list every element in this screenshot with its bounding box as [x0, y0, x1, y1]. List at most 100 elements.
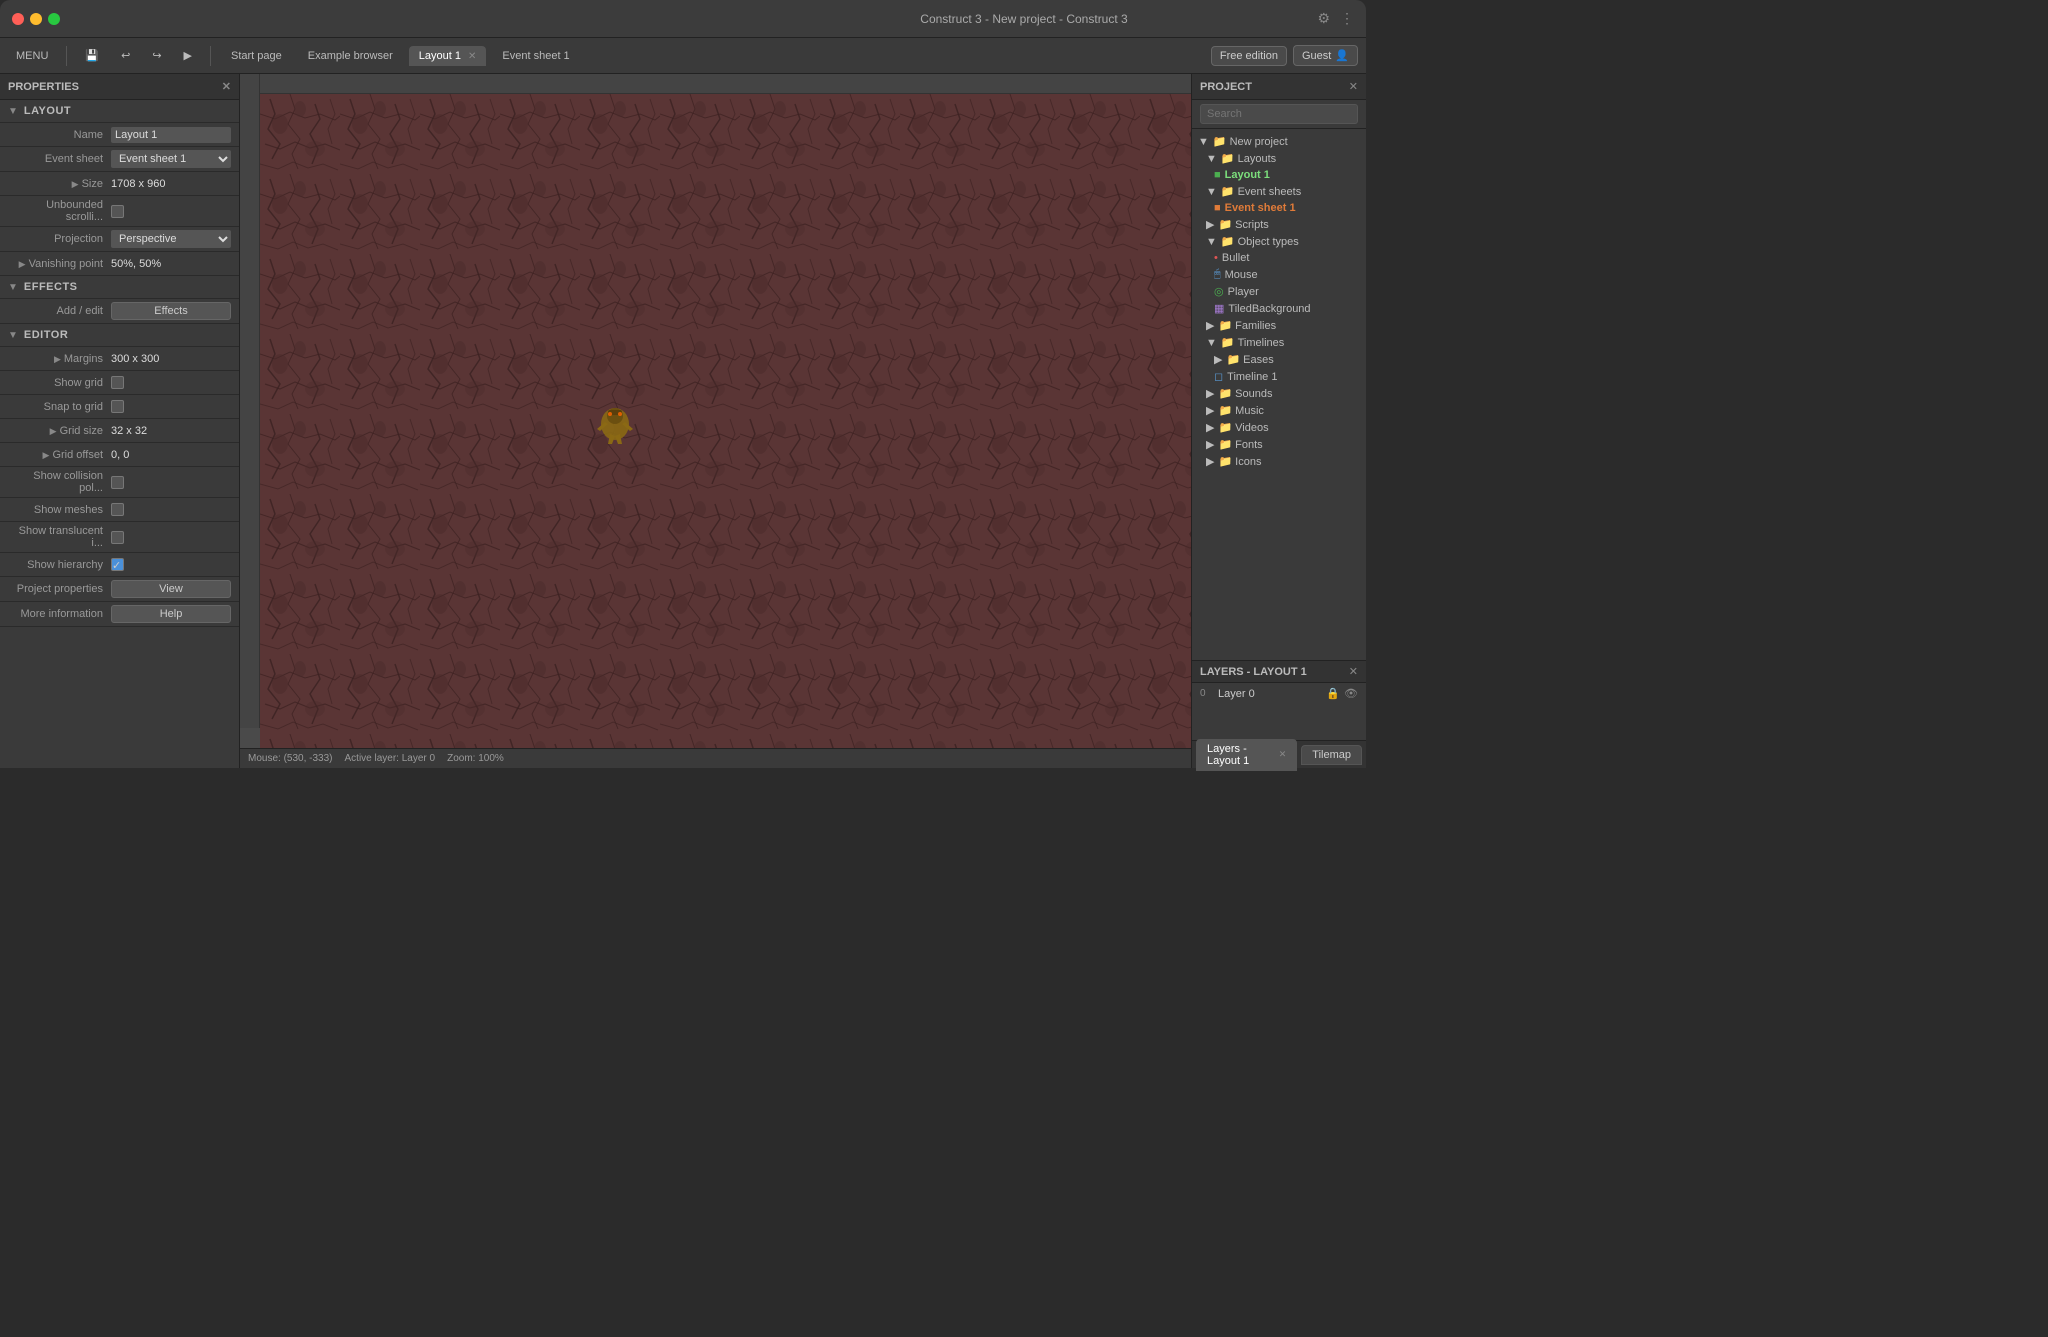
tree-item-videos[interactable]: ▶ 📁 Videos [1192, 419, 1366, 436]
tree-item-tiledbg[interactable]: ▦ TiledBackground [1192, 300, 1366, 317]
canvas-area[interactable]: Mouse: (530, -333) Active layer: Layer 0… [240, 74, 1191, 768]
traffic-lights [12, 13, 60, 25]
redo-button[interactable]: ↪ [144, 46, 169, 65]
tab-layout-1-close[interactable]: ✕ [468, 51, 476, 62]
event-sheets-folder-icon: 📁 [1221, 185, 1235, 198]
more-icon[interactable]: ⋮ [1340, 10, 1354, 27]
tree-item-object-types[interactable]: ▼ 📁 Object types [1192, 233, 1366, 250]
more-info-label: More information [16, 608, 111, 620]
tab-event-sheet-1[interactable]: Event sheet 1 [492, 46, 579, 66]
toolbar: MENU 💾 ↩ ↪ ▶ Start page Example browser … [0, 38, 1366, 74]
music-folder-icon: 📁 [1218, 404, 1232, 417]
close-button[interactable] [12, 13, 24, 25]
layer-lock-icon[interactable]: 🔒 [1326, 687, 1340, 700]
undo-button[interactable]: ↩ [113, 46, 138, 65]
tree-item-event-sheet1[interactable]: ■ Event sheet 1 [1192, 200, 1366, 216]
mouse-icon: 🖱 [1214, 268, 1221, 281]
editor-section-header[interactable]: ▼ EDITOR [0, 324, 239, 347]
margins-value: 300 x 300 [111, 353, 231, 365]
minimize-button[interactable] [30, 13, 42, 25]
active-layer: Active layer: Layer 0 [345, 753, 436, 764]
grid-offset-label-wrap: ▶Grid offset [16, 449, 111, 461]
margins-label: Margins [64, 353, 103, 365]
show-hierarchy-checkbox[interactable]: ✓ [111, 558, 124, 571]
show-translucent-label: Show translucent i... [16, 525, 111, 549]
settings-icon[interactable]: ⚙ [1317, 10, 1330, 27]
tree-item-layouts[interactable]: ▼ 📁 Layouts [1192, 150, 1366, 167]
tree-item-timeline1[interactable]: ◻ Timeline 1 [1192, 368, 1366, 385]
show-meshes-checkbox[interactable] [111, 503, 124, 516]
tree-item-eases[interactable]: ▶ 📁 Eases [1192, 351, 1366, 368]
maximize-button[interactable] [48, 13, 60, 25]
tree-item-scripts[interactable]: ▶ 📁 Scripts [1192, 216, 1366, 233]
effects-button[interactable]: Effects [111, 302, 231, 320]
prop-name: Name [0, 123, 239, 147]
event-sheet-select[interactable]: Event sheet 1 [111, 150, 231, 168]
tree-item-mouse[interactable]: 🖱 Mouse [1192, 266, 1366, 283]
tree-item-layout1[interactable]: ■ Layout 1 [1192, 167, 1366, 183]
arrow-right-icon-scripts: ▶ [1206, 218, 1214, 231]
arrow-right-icon-videos: ▶ [1206, 421, 1214, 434]
search-input[interactable] [1200, 104, 1358, 124]
arrow-down-icon-timelines: ▼ [1206, 337, 1217, 349]
layers-tab-close-icon[interactable]: ✕ [1279, 749, 1287, 760]
arrow-right-icon-eases: ▶ [1214, 353, 1222, 366]
sounds-folder-icon: 📁 [1218, 387, 1232, 400]
ruler-horizontal [260, 74, 1191, 94]
save-button[interactable]: 💾 [77, 46, 107, 65]
tree-item-timelines[interactable]: ▼ 📁 Timelines [1192, 334, 1366, 351]
canvas-content[interactable] [260, 94, 1191, 748]
layers-tab[interactable]: Layers - Layout 1 ✕ [1196, 739, 1297, 771]
prop-projection: Projection Perspective [0, 227, 239, 252]
show-translucent-checkbox[interactable] [111, 531, 124, 544]
icons-folder-icon: 📁 [1218, 455, 1232, 468]
projection-select[interactable]: Perspective [111, 230, 231, 248]
toolbar-right: Free edition Guest 👤 [1211, 45, 1358, 66]
layers-close-icon[interactable]: ✕ [1349, 665, 1358, 678]
eases-folder-icon: 📁 [1226, 353, 1240, 366]
show-meshes-label: Show meshes [16, 504, 111, 516]
snap-to-grid-checkbox[interactable] [111, 400, 124, 413]
project-close-icon[interactable]: ✕ [1349, 80, 1358, 93]
layer-visibility-icon[interactable]: 👁 [1344, 687, 1358, 700]
tab-start-page[interactable]: Start page [221, 46, 292, 66]
unbounded-scroll-checkbox[interactable] [111, 205, 124, 218]
name-input[interactable] [111, 127, 231, 143]
tree-item-music[interactable]: ▶ 📁 Music [1192, 402, 1366, 419]
layer-row-0[interactable]: 0 Layer 0 🔒 👁 [1192, 683, 1366, 704]
main-area: PROPERTIES ✕ ▼ LAYOUT Name Event sheet E… [0, 74, 1366, 768]
properties-header: PROPERTIES ✕ [0, 74, 239, 100]
guest-button[interactable]: Guest 👤 [1293, 45, 1358, 66]
size-value: 1708 x 960 [111, 178, 231, 190]
play-button[interactable]: ▶ [176, 46, 200, 65]
view-button[interactable]: View [111, 580, 231, 598]
tree-item-icons[interactable]: ▶ 📁 Icons [1192, 453, 1366, 470]
tree-item-new-project[interactable]: ▼ 📁 New project [1192, 133, 1366, 150]
arrow-down-icon: ▼ [1198, 136, 1209, 148]
effects-section-header[interactable]: ▼ EFFECTS [0, 276, 239, 299]
tree-item-families[interactable]: ▶ 📁 Families [1192, 317, 1366, 334]
unbounded-scroll-label: Unbounded scrolli... [16, 199, 111, 223]
free-edition-button[interactable]: Free edition [1211, 46, 1287, 66]
tree-item-sounds[interactable]: ▶ 📁 Sounds [1192, 385, 1366, 402]
show-grid-checkbox[interactable] [111, 376, 124, 389]
layout-section-title: LAYOUT [24, 105, 71, 117]
tab-layout-1[interactable]: Layout 1 ✕ [409, 46, 487, 66]
help-button[interactable]: Help [111, 605, 231, 623]
tilemap-tab[interactable]: Tilemap [1301, 745, 1362, 765]
show-collision-checkbox[interactable] [111, 476, 124, 489]
tab-example-browser[interactable]: Example browser [298, 46, 403, 66]
layers-panel: LAYERS - LAYOUT 1 ✕ 0 Layer 0 🔒 👁 [1192, 660, 1366, 740]
tree-item-bullet[interactable]: • Bullet [1192, 250, 1366, 266]
tree-item-event-sheets[interactable]: ▼ 📁 Event sheets [1192, 183, 1366, 200]
tree-item-player[interactable]: ◎ Player [1192, 283, 1366, 300]
layers-header: LAYERS - LAYOUT 1 ✕ [1192, 661, 1366, 683]
menu-button[interactable]: MENU [8, 47, 56, 65]
properties-close-icon[interactable]: ✕ [222, 80, 231, 93]
grid-size-label: Grid size [60, 425, 103, 437]
tree-item-fonts[interactable]: ▶ 📁 Fonts [1192, 436, 1366, 453]
size-arrow-label: ▶Size [16, 178, 111, 190]
folder-icon: 📁 [1213, 135, 1227, 148]
layout-section-header[interactable]: ▼ LAYOUT [0, 100, 239, 123]
bullet-icon: • [1214, 252, 1218, 264]
